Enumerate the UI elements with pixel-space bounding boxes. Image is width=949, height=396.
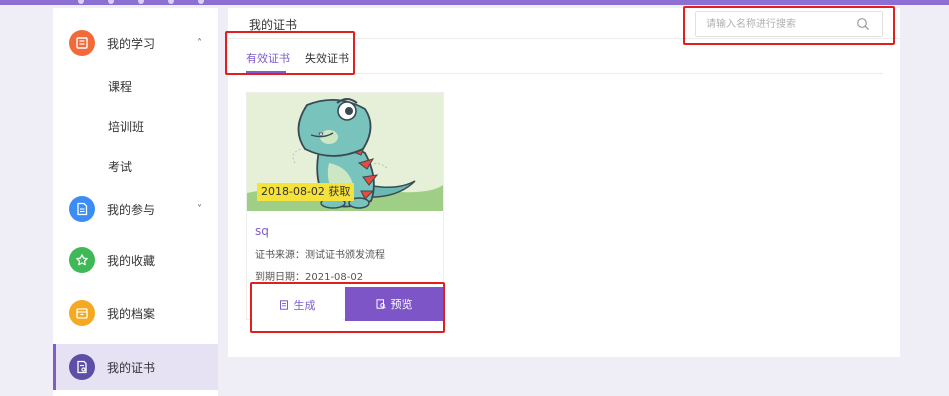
certificate-source: 证书来源：测试证书颁发流程 <box>255 250 385 261</box>
sidebar-item-my-archive[interactable]: 我的档案 <box>53 290 218 336</box>
archive-icon <box>69 300 95 326</box>
annotation-box-tabs <box>225 31 355 75</box>
chevron-down-icon: ˅ <box>197 203 202 215</box>
sidebar-subitem-training[interactable]: 培训班 <box>108 118 144 135</box>
certificate-expiry: 到期日期：2021-08-02 <box>255 272 364 283</box>
sidebar: 我的学习 ˄ 课程 培训班 考试 我的参与 ˅ 我的收藏 我的档案 我的证书 <box>53 8 218 396</box>
acquired-date-badge: 2018-08-02 获取 <box>257 183 355 201</box>
sidebar-item-label: 我的档案 <box>107 306 156 321</box>
sidebar-item-my-favorites[interactable]: 我的收藏 <box>53 237 218 283</box>
book-icon <box>69 30 95 56</box>
top-decoration <box>70 0 220 6</box>
sidebar-item-my-participation[interactable]: 我的参与 ˅ <box>53 186 218 232</box>
certificate-icon <box>69 354 95 380</box>
chevron-up-icon: ˄ <box>197 37 202 49</box>
star-icon <box>69 247 95 273</box>
sidebar-item-my-learning[interactable]: 我的学习 ˄ <box>53 20 218 66</box>
certificate-name[interactable]: sq <box>255 224 269 238</box>
sidebar-item-label: 我的证书 <box>107 360 156 375</box>
sidebar-item-label: 我的参与 <box>107 202 156 217</box>
sidebar-item-label: 我的收藏 <box>107 253 156 268</box>
certificate-thumbnail: 2018-08-02 获取 <box>247 93 443 211</box>
sidebar-subitem-exams[interactable]: 考试 <box>108 158 132 175</box>
sidebar-subitem-courses[interactable]: 课程 <box>108 78 132 95</box>
annotation-box-search <box>683 6 895 45</box>
sidebar-item-my-certificates[interactable]: 我的证书 <box>53 344 218 390</box>
sidebar-item-label: 我的学习 <box>107 36 156 51</box>
annotation-box-buttons <box>250 282 445 333</box>
document-icon <box>69 196 95 222</box>
